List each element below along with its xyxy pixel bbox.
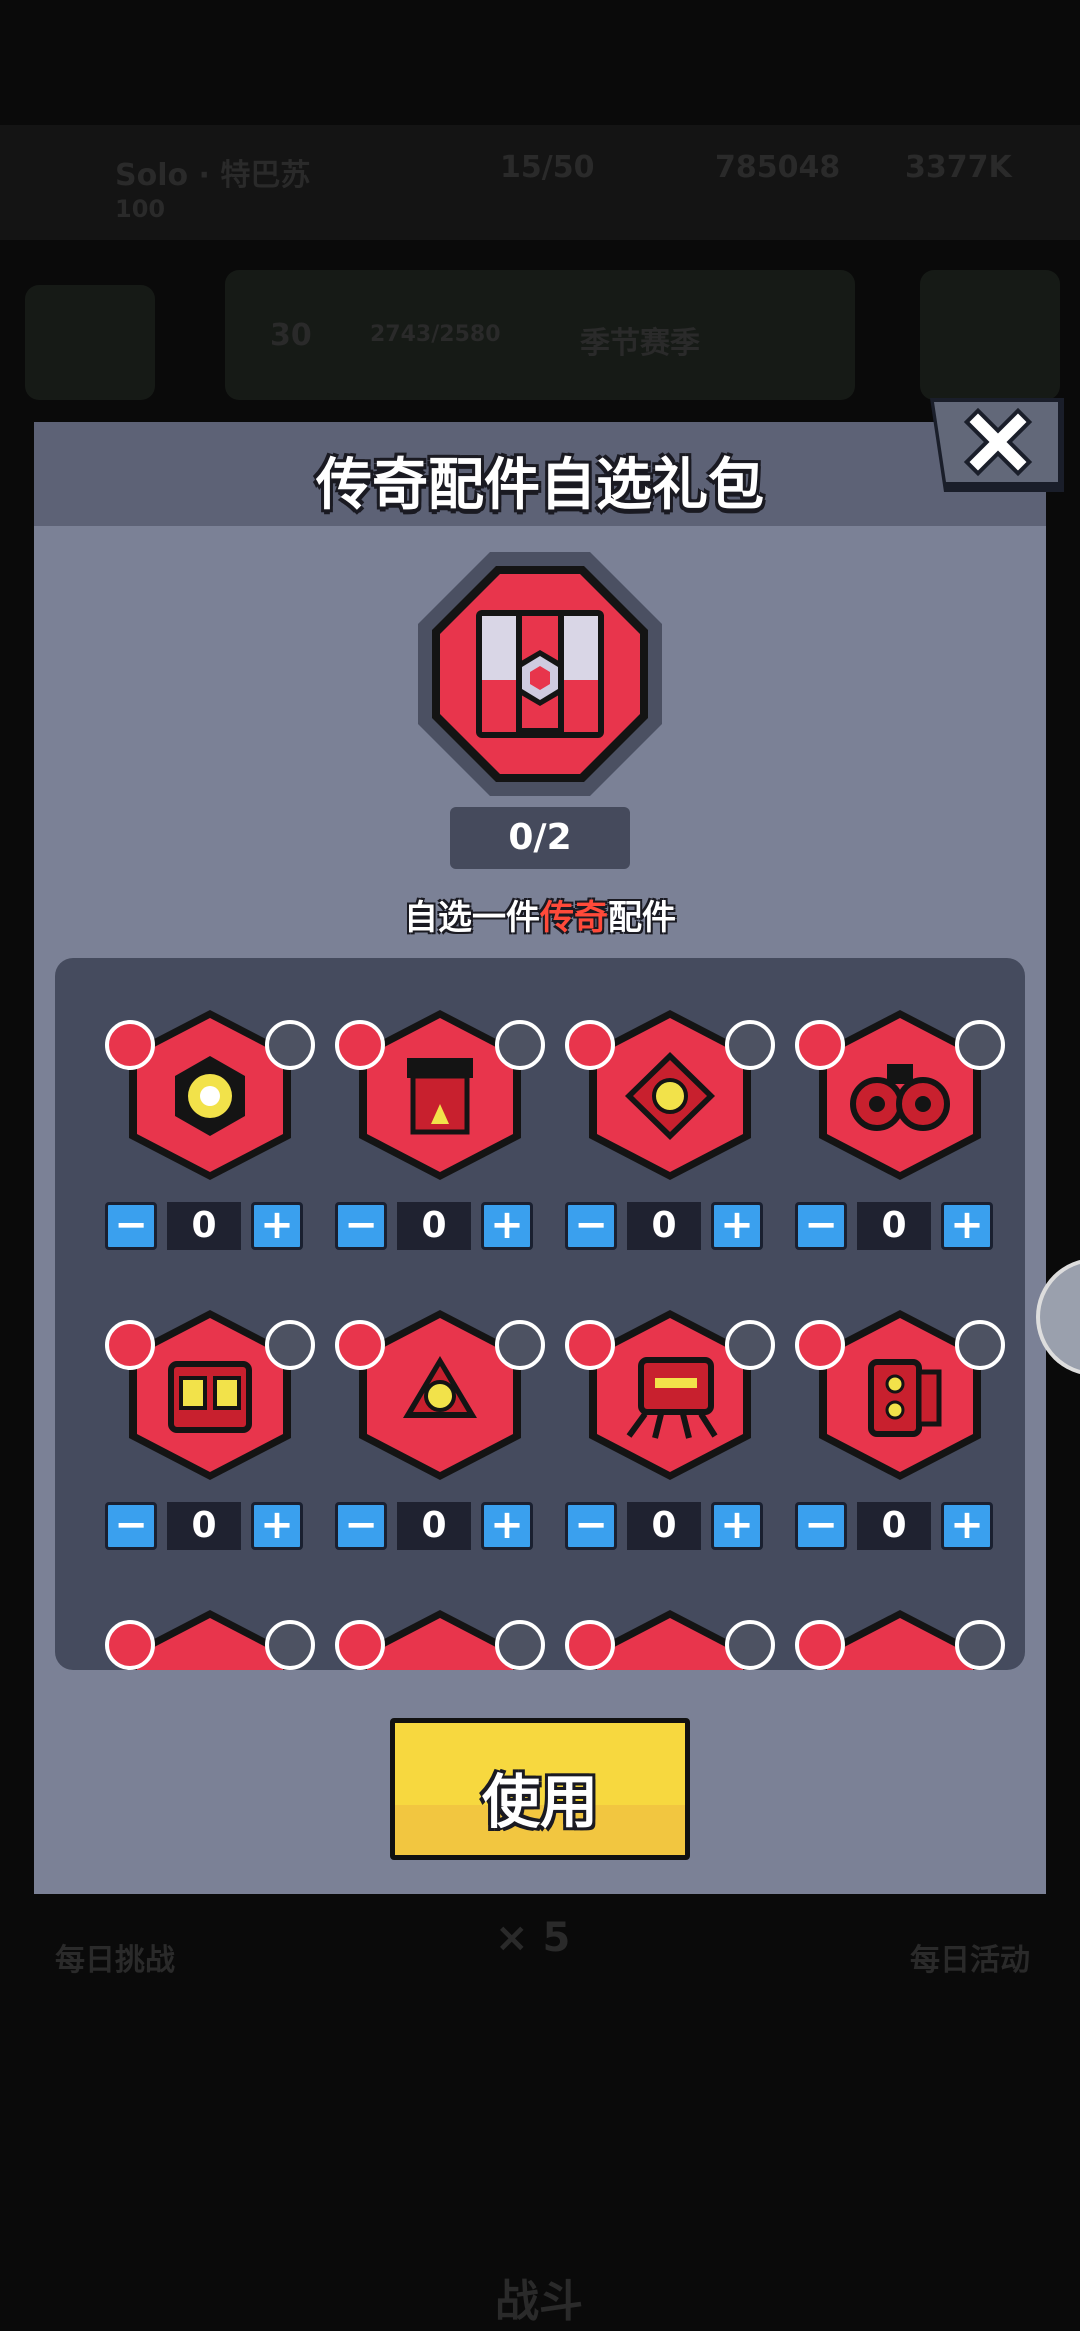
part-item[interactable] [105,1606,335,1670]
decrease-button[interactable]: − [795,1502,847,1550]
legendary-badge-icon [565,1020,615,1070]
decrease-button[interactable]: − [335,1202,387,1250]
quantity-value: 0 [627,1202,701,1250]
virus-icon [725,1320,775,1370]
part-selection-grid[interactable]: − 0 + − 0 + − 0 + − 0 + − 0 + − 0 + − 0 … [55,958,1025,1670]
increase-button[interactable]: + [711,1502,763,1550]
gem-count: 3377K [905,150,1012,185]
radiation-icon [495,1620,545,1670]
xp-text: 2743/2580 [370,322,501,347]
quantity-stepper: − 0 + [105,1202,305,1252]
shield-badge-icon [565,1320,615,1370]
decrease-button[interactable]: − [565,1202,617,1250]
increase-button[interactable]: + [711,1202,763,1250]
shield-badge-icon [795,1620,845,1670]
increase-button[interactable]: + [251,1202,303,1250]
quantity-stepper: − 0 + [795,1502,995,1552]
instruction-suffix: 配件 [608,898,676,938]
instruction-prefix: 自选一件 [404,898,540,938]
part-item[interactable]: − 0 + [335,1006,565,1276]
quantity-stepper: − 0 + [335,1202,535,1252]
increase-button[interactable]: + [941,1202,993,1250]
part-item[interactable]: − 0 + [565,1006,795,1276]
instruction-highlight: 传奇 [540,898,608,938]
close-button[interactable] [930,398,1070,498]
shield-badge-icon [105,1620,155,1670]
shield-badge-icon [565,1620,615,1670]
part-item[interactable]: − 0 + [795,1006,1025,1276]
fire-creature-icon [495,1020,545,1070]
bottle-icon [265,1020,315,1070]
drill-icon [265,1320,315,1370]
decrease-button[interactable]: − [105,1502,157,1550]
cactus-icon [725,1620,775,1670]
quantity-stepper: − 0 + [565,1202,765,1252]
quantity-value: 0 [397,1502,471,1550]
daily-event-label: 每日活动 [910,1943,1030,1978]
quantity-value: 0 [857,1502,931,1550]
part-item[interactable] [335,1606,565,1670]
part-item[interactable]: − 0 + [565,1306,795,1576]
increase-button[interactable]: + [251,1502,303,1550]
close-icon [930,398,1064,492]
legendary-chest-icon [418,552,662,796]
quantity-value: 0 [397,1202,471,1250]
season-label: 季节赛季 [580,326,700,361]
quantity-value: 0 [857,1202,931,1250]
legendary-badge-icon [335,1020,385,1070]
brick-icon [265,1620,315,1670]
modal-title: 传奇配件自选礼包 [316,453,764,518]
croissant-icon [495,1320,545,1370]
player-name: Solo · 特巴苏 [115,158,311,193]
menu-button-bg [25,285,155,400]
increase-button[interactable]: + [481,1202,533,1250]
increase-button[interactable]: + [941,1502,993,1550]
player-level: 100 [115,195,166,223]
part-item[interactable] [795,1606,1025,1670]
use-button-label: 使用 [481,1768,598,1836]
shield-badge-icon [795,1320,845,1370]
use-button[interactable]: 使用 [390,1718,690,1860]
level-panel-bg [225,270,855,400]
rocket-icon [955,1620,1005,1670]
decrease-button[interactable]: − [105,1202,157,1250]
legendary-badge-icon [105,1320,155,1370]
daily-challenge-label: 每日挑战 [55,1943,175,1978]
battle-label: 战斗 [495,2276,583,2327]
boomerang-icon [955,1320,1005,1370]
coin-count: 785048 [715,150,841,185]
part-item[interactable]: − 0 + [105,1306,335,1576]
part-item[interactable]: − 0 + [795,1306,1025,1576]
decrease-button[interactable]: − [335,1502,387,1550]
multiplier-label: × 5 [495,1915,571,1961]
part-item[interactable] [565,1606,795,1670]
legendary-badge-icon [335,1320,385,1370]
quantity-value: 0 [167,1502,241,1550]
soccer-ball-icon [955,1020,1005,1070]
part-item[interactable]: − 0 + [105,1006,335,1276]
decrease-button[interactable]: − [795,1202,847,1250]
quantity-value: 0 [627,1502,701,1550]
decrease-button[interactable]: − [565,1502,617,1550]
selection-instruction: 自选一件传奇配件 [0,890,1080,939]
camera-icon [725,1020,775,1070]
energy-count: 15/50 [500,150,595,185]
part-item[interactable]: − 0 + [335,1306,565,1576]
shield-badge-icon [335,1620,385,1670]
legendary-badge-icon [105,1020,155,1070]
quantity-stepper: − 0 + [335,1502,535,1552]
level-badge: 30 [270,318,312,353]
quantity-stepper: − 0 + [565,1502,765,1552]
legendary-badge-icon [795,1020,845,1070]
selection-counter: 0/2 [450,807,630,869]
quantity-stepper: − 0 + [105,1502,305,1552]
quantity-stepper: − 0 + [795,1202,995,1252]
quantity-value: 0 [167,1202,241,1250]
increase-button[interactable]: + [481,1502,533,1550]
shield-button-bg [920,270,1060,400]
